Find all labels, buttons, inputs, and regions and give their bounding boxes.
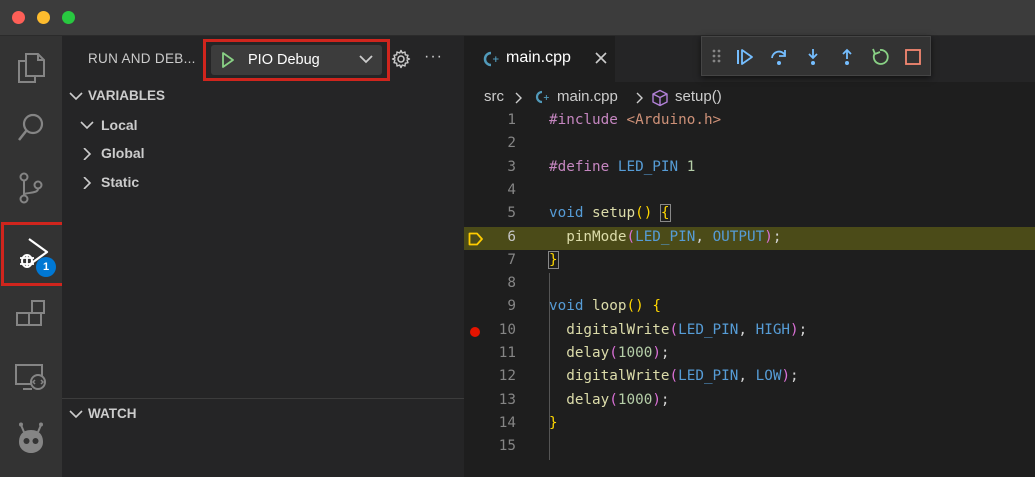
chevron-down-icon <box>359 55 373 64</box>
debug-config-label: PIO Debug <box>248 52 320 68</box>
chevron-right-icon <box>83 148 92 160</box>
cpp-file-icon: + <box>535 90 550 104</box>
step-into-icon[interactable] <box>803 47 823 67</box>
sidebar-header: RUN AND DEB... PIO Debug ··· <box>62 36 464 82</box>
drag-handle-icon[interactable] <box>712 47 722 65</box>
debug-config-dropdown[interactable]: PIO Debug <box>211 45 382 75</box>
code-line: 1 #include <Arduino.h> <box>507 112 722 128</box>
code-line: 11 delay(1000); <box>498 345 670 361</box>
platformio-icon[interactable] <box>0 410 62 466</box>
svg-text:+: + <box>543 93 550 102</box>
code-line: 8 <box>507 275 516 292</box>
more-actions-icon[interactable]: ··· <box>424 48 443 66</box>
breadcrumb-folder[interactable]: src <box>484 88 504 105</box>
code-line: 10 digitalWrite(LED_PIN, HIGH); <box>464 320 1035 343</box>
step-out-icon[interactable] <box>837 47 857 67</box>
close-window-button[interactable] <box>12 11 25 24</box>
svg-text:+: + <box>492 55 500 65</box>
chevron-right-icon <box>83 177 92 189</box>
search-icon[interactable] <box>0 100 62 156</box>
tab-label: main.cpp <box>506 49 571 66</box>
tree-item-global[interactable]: Global <box>80 143 380 165</box>
gear-icon[interactable] <box>391 49 411 69</box>
method-cube-icon <box>652 89 668 107</box>
debug-config-highlight: PIO Debug <box>203 39 390 81</box>
section-divider <box>62 398 464 399</box>
tree-item-local[interactable]: Local <box>80 115 380 137</box>
minimize-window-button[interactable] <box>37 11 50 24</box>
current-line: 6 pinMode(LED_PIN, OUTPUT); <box>464 226 1035 250</box>
chevron-down-icon <box>80 121 94 130</box>
tab-main-cpp[interactable]: + main.cpp <box>464 36 615 82</box>
maximize-window-button[interactable] <box>62 11 75 24</box>
remote-explorer-icon[interactable] <box>0 350 62 406</box>
sidebar-title: RUN AND DEB... <box>88 51 196 66</box>
breadcrumb-symbol[interactable]: setup() <box>675 88 722 105</box>
extensions-icon[interactable] <box>0 288 62 344</box>
title-bar <box>0 0 1035 36</box>
step-over-icon[interactable] <box>769 47 789 67</box>
stop-icon[interactable] <box>903 47 923 67</box>
debug-toolbar <box>701 36 931 76</box>
tree-item-static[interactable]: Static <box>80 172 380 194</box>
variables-section-header[interactable]: VARIABLES <box>62 86 464 108</box>
code-line: 7 } <box>507 250 559 269</box>
continue-icon[interactable] <box>735 47 755 67</box>
code-line: 5 void setup() { <box>507 204 671 223</box>
debug-session-badge: 1 <box>36 257 56 277</box>
restart-icon[interactable] <box>870 47 890 67</box>
run-debug-icon[interactable]: 1 <box>1 222 67 286</box>
source-control-icon[interactable] <box>0 160 62 216</box>
watch-section-header[interactable]: WATCH <box>62 404 464 426</box>
editor-area: + main.cpp src + main.cpp setup() 1 #inc… <box>464 36 1035 477</box>
code-line: 3 #define LED_PIN 1 <box>507 158 696 175</box>
code-line: 14 } <box>498 414 558 431</box>
chevron-right-icon <box>636 92 643 104</box>
activity-bar: 1 <box>0 36 67 477</box>
explorer-icon[interactable] <box>0 40 62 96</box>
code-line: 12 digitalWrite(LED_PIN, LOW); <box>498 368 799 385</box>
chevron-down-icon <box>69 410 83 419</box>
run-debug-sidebar: RUN AND DEB... PIO Debug ··· VARIABLES L… <box>62 36 464 477</box>
code-line: 13 delay(1000); <box>498 391 670 408</box>
close-icon[interactable] <box>594 51 608 65</box>
cpp-file-icon: + <box>483 51 500 67</box>
breakpoint-icon[interactable] <box>469 326 481 338</box>
start-debugging-icon[interactable] <box>221 52 235 68</box>
code-line: 9 void loop() { <box>507 298 661 315</box>
chevron-right-icon <box>515 92 522 104</box>
code-line: 2 <box>507 135 516 152</box>
chevron-down-icon <box>69 92 83 101</box>
breadcrumb-file[interactable]: main.cpp <box>557 88 618 105</box>
code-line: 4 <box>507 181 516 198</box>
code-line: 15 <box>498 438 516 455</box>
